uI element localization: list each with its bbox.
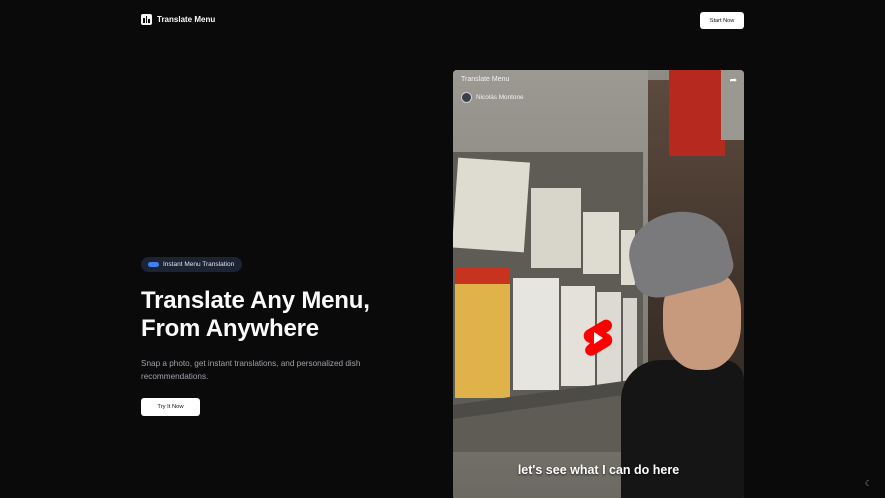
video-title[interactable]: Translate Menu <box>461 76 509 83</box>
feature-badge: Instant Menu Translation <box>141 257 243 272</box>
menu-logo-icon <box>141 14 152 25</box>
video-menu-red-header <box>455 268 510 284</box>
channel-avatar <box>461 92 472 103</box>
hero-subtext: Snap a photo, get instant translations, … <box>141 359 361 381</box>
video-menu-yellow <box>455 268 510 398</box>
try-it-now-button[interactable]: Try It Now <box>141 398 200 416</box>
logo-text: Translate Menu <box>157 15 216 24</box>
video-paper <box>453 157 531 253</box>
video-paper <box>531 188 581 268</box>
badge-dot-icon <box>148 262 159 267</box>
video-person-shirt <box>621 360 744 498</box>
moon-icon[interactable]: ☾ <box>864 479 873 488</box>
video-menu-page <box>513 278 559 390</box>
start-now-button[interactable]: Start Now <box>700 12 744 29</box>
video-channel[interactable]: Nicolás Montone <box>461 92 524 103</box>
video-paper <box>583 212 619 274</box>
headline-line-1: Translate Any Menu, <box>141 287 370 314</box>
channel-name: Nicolás Montone <box>476 94 524 101</box>
headline-line-2: From Anywhere <box>141 315 319 342</box>
logo[interactable]: Translate Menu <box>141 14 215 25</box>
youtube-shorts-play-icon[interactable] <box>582 318 614 358</box>
video-caption: let's see what I can do here <box>517 463 680 477</box>
badge-label: Instant Menu Translation <box>163 261 235 268</box>
video-red-sign <box>669 70 725 156</box>
share-icon[interactable]: ➦ <box>729 75 737 86</box>
video-player[interactable]: Translate Menu ➦ Nicolás Montone let's s… <box>453 70 744 498</box>
landing-page: Translate Menu Start Now Instant Menu Tr… <box>0 0 885 498</box>
hero-headline: Translate Any Menu, From Anywhere <box>141 287 431 343</box>
